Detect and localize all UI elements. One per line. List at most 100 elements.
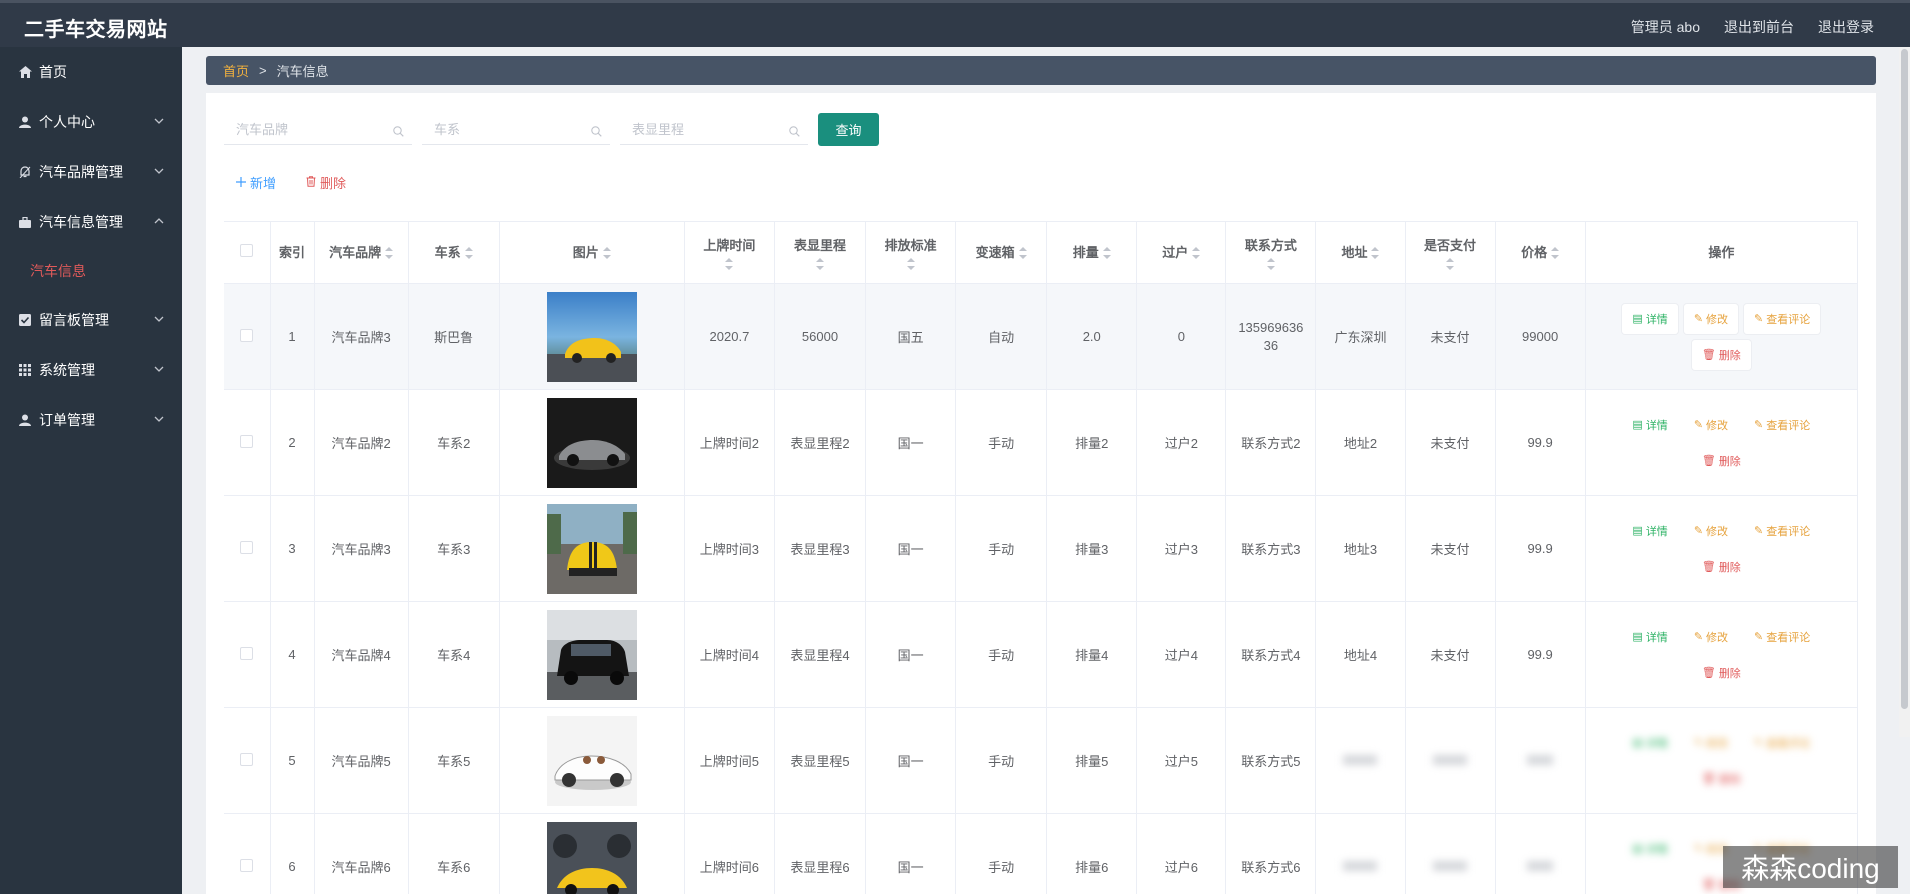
row-checkbox[interactable] bbox=[240, 328, 254, 342]
sort-icon[interactable] bbox=[1551, 247, 1560, 260]
mileage-search-input[interactable] bbox=[620, 114, 808, 144]
table-row: 5 汽车品牌5 车系5 上牌时间5 表显里程5 国一 手动 排量5 过户5 联系… bbox=[224, 707, 1859, 814]
header-gearbox[interactable]: 变速箱 bbox=[955, 221, 1048, 284]
view-reviews-button[interactable]: ✎查看评论 bbox=[1744, 728, 1820, 758]
header-address[interactable]: 地址 bbox=[1315, 221, 1406, 284]
view-reviews-button[interactable]: ✎查看评论 bbox=[1744, 622, 1820, 652]
brand-search-input[interactable] bbox=[224, 114, 412, 144]
query-button[interactable]: 查询 bbox=[818, 113, 879, 146]
sort-icon[interactable] bbox=[1446, 257, 1455, 270]
logout-link[interactable]: 退出登录 bbox=[1818, 17, 1874, 37]
sidebar-item-car-info-mgmt[interactable]: 汽车信息管理 bbox=[0, 197, 182, 247]
delete-button[interactable]: 🗑删除 bbox=[1691, 339, 1751, 370]
sort-icon[interactable] bbox=[815, 257, 824, 270]
detail-button[interactable]: ▤ 详情 bbox=[1622, 410, 1677, 440]
cell-address: 地址2 bbox=[1315, 389, 1406, 496]
car-image[interactable] bbox=[546, 609, 637, 700]
pencil-icon: ✎ bbox=[1693, 419, 1704, 431]
edit-button[interactable]: ✎ 修改 bbox=[1684, 728, 1738, 758]
header-image[interactable]: 图片 bbox=[499, 221, 685, 284]
pencil-icon: ✎ bbox=[1754, 525, 1764, 537]
cell-image bbox=[499, 389, 685, 496]
sort-icon[interactable] bbox=[906, 257, 915, 270]
blurred-text bbox=[1527, 755, 1554, 765]
edit-button[interactable]: ✎ 修改 bbox=[1684, 622, 1738, 652]
header-contact[interactable]: 联系方式 bbox=[1225, 221, 1317, 284]
car-image[interactable] bbox=[546, 821, 637, 894]
header-displacement[interactable]: 排量 bbox=[1046, 221, 1138, 284]
row-checkbox[interactable] bbox=[240, 540, 254, 554]
row-checkbox[interactable] bbox=[240, 858, 254, 872]
sort-icon[interactable] bbox=[1018, 247, 1027, 260]
sort-icon[interactable] bbox=[1192, 247, 1201, 260]
header-transfer[interactable]: 过户 bbox=[1136, 221, 1227, 284]
page-scrollbar[interactable] bbox=[1899, 47, 1910, 737]
edit-button[interactable]: ✎ 修改 bbox=[1683, 303, 1739, 334]
sidebar-item-order-mgmt[interactable]: 订单管理 bbox=[0, 395, 182, 445]
sort-icon[interactable] bbox=[602, 247, 611, 260]
search-icon bbox=[591, 124, 602, 140]
blurred-text bbox=[1433, 861, 1468, 871]
sidebar-item-profile[interactable]: 个人中心 bbox=[0, 97, 182, 147]
cell-transfer: 过户3 bbox=[1136, 495, 1227, 602]
sort-icon[interactable] bbox=[1371, 247, 1380, 260]
car-image[interactable] bbox=[546, 715, 637, 806]
sidebar-subitem-car-info[interactable]: 汽车信息 bbox=[0, 247, 182, 295]
cell-contact: 联系方式6 bbox=[1225, 813, 1317, 894]
delete-button[interactable]: 🗑删除 bbox=[1692, 658, 1751, 688]
add-button[interactable]: 新增 bbox=[236, 173, 276, 192]
row-checkbox[interactable] bbox=[240, 646, 254, 660]
home-icon bbox=[18, 65, 32, 79]
cell-contact: 联系方式3 bbox=[1225, 495, 1317, 602]
sidebar-item-label: 订单管理 bbox=[39, 412, 95, 428]
search-row: 查询 bbox=[224, 113, 879, 146]
header-paid[interactable]: 是否支付 bbox=[1405, 221, 1496, 284]
trash-icon bbox=[306, 175, 316, 190]
delete-button[interactable]: 🗑删除 bbox=[1692, 764, 1751, 794]
view-reviews-button[interactable]: ✎查看评论 bbox=[1744, 410, 1820, 440]
view-reviews-button[interactable]: ✎查看评论 bbox=[1744, 516, 1820, 546]
sort-icon[interactable] bbox=[1266, 257, 1275, 270]
detail-button[interactable]: ▤ 详情 bbox=[1622, 622, 1677, 652]
select-all-checkbox[interactable] bbox=[240, 243, 254, 257]
series-search-input[interactable] bbox=[422, 114, 610, 144]
back-front-link[interactable]: 退出到前台 bbox=[1724, 17, 1794, 37]
sort-icon[interactable] bbox=[464, 247, 473, 260]
car-image[interactable] bbox=[546, 503, 637, 594]
sort-icon[interactable] bbox=[1102, 247, 1111, 260]
detail-button[interactable]: ▤ 详情 bbox=[1622, 834, 1677, 864]
sidebar-item-home[interactable]: 首页 bbox=[0, 47, 182, 97]
sort-icon[interactable] bbox=[725, 257, 734, 270]
sidebar-item-message-board[interactable]: 留言板管理 bbox=[0, 295, 182, 345]
pencil-icon: ✎ bbox=[1693, 313, 1704, 325]
detail-button[interactable]: ▤ 详情 bbox=[1622, 303, 1678, 334]
car-image[interactable] bbox=[546, 291, 637, 382]
header-emission[interactable]: 排放标准 bbox=[865, 221, 957, 284]
header-price[interactable]: 价格 bbox=[1495, 221, 1586, 284]
scrollbar-thumb[interactable] bbox=[1901, 49, 1908, 709]
car-image[interactable] bbox=[546, 397, 637, 488]
view-reviews-button[interactable]: ✎查看评论 bbox=[1744, 303, 1821, 334]
edit-button[interactable]: ✎ 修改 bbox=[1684, 516, 1738, 546]
action-row: 新增 删除 bbox=[236, 173, 346, 192]
sort-icon[interactable] bbox=[385, 247, 394, 260]
batch-delete-button[interactable]: 删除 bbox=[306, 173, 346, 192]
breadcrumb-home[interactable]: 首页 bbox=[223, 61, 249, 80]
detail-button[interactable]: ▤ 详情 bbox=[1622, 728, 1677, 758]
sidebar-item-brand-mgmt[interactable]: 汽车品牌管理 bbox=[0, 147, 182, 197]
header-brand[interactable]: 汽车品牌 bbox=[314, 221, 409, 284]
edit-button[interactable]: ✎ 修改 bbox=[1684, 410, 1738, 440]
header-series[interactable]: 车系 bbox=[408, 221, 500, 284]
car-info-table: 索引 汽车品牌 车系 图片 上牌时间 表显里程 排放标准 变速箱 排量 过户 联… bbox=[224, 221, 1859, 894]
cell-ops: ▤详情 ✎修改 ✎查看评论 🗑删除 bbox=[1585, 495, 1859, 602]
header-mileage[interactable]: 表显里程 bbox=[774, 221, 867, 284]
row-checkbox[interactable] bbox=[240, 752, 254, 766]
detail-button[interactable]: ▤ 详情 bbox=[1622, 516, 1677, 546]
delete-button[interactable]: 🗑删除 bbox=[1692, 446, 1751, 476]
row-checkbox[interactable] bbox=[240, 434, 254, 448]
doc-icon: ▤ bbox=[1632, 419, 1643, 431]
header-index: 索引 bbox=[270, 221, 315, 284]
delete-button[interactable]: 🗑删除 bbox=[1692, 552, 1751, 582]
sidebar-item-system-mgmt[interactable]: 系统管理 bbox=[0, 345, 182, 395]
header-reg-time[interactable]: 上牌时间 bbox=[684, 221, 775, 284]
